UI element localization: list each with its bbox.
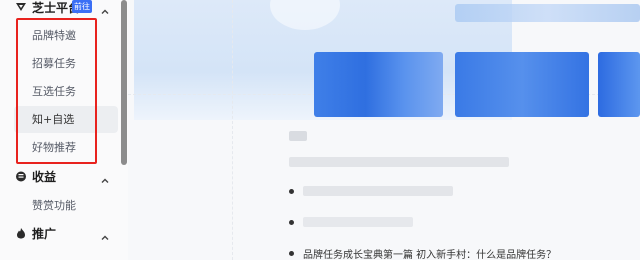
chevron-up-icon[interactable] xyxy=(100,2,110,14)
sidebar-scrollbar-thumb[interactable] xyxy=(121,0,127,165)
section-header-zhishi[interactable]: 芝士平台 前往 xyxy=(0,0,124,20)
bullet-point xyxy=(289,251,294,256)
blurred-banner-strip xyxy=(455,4,640,22)
sidebar: 芝士平台 前往 品牌特邀 招募任务 互选任务 知+自选 好物推荐 收益 赞赏功能… xyxy=(0,0,128,260)
goto-badge[interactable]: 前往 xyxy=(72,0,92,13)
flame-icon xyxy=(14,226,28,240)
sidebar-item-mutual-select-task[interactable]: 互选任务 xyxy=(14,78,118,105)
article-link[interactable]: 品牌任务成长宝典第一篇 初入新手村：什么是品牌任务？ xyxy=(303,246,556,260)
sidebar-item-zhi-plus-self-select[interactable]: 知+自选 xyxy=(14,106,118,133)
blurred-text-line xyxy=(289,157,509,167)
section-header-promo[interactable]: 推广 xyxy=(0,220,124,246)
blurred-text-line xyxy=(303,217,413,227)
chevron-up-icon[interactable] xyxy=(100,171,110,183)
blurred-promo-card[interactable] xyxy=(598,52,640,117)
blurred-text-line xyxy=(303,186,453,196)
sidebar-item-brand-invite[interactable]: 品牌特邀 xyxy=(14,22,118,49)
wallet-icon xyxy=(14,169,28,183)
chevron-up-icon[interactable] xyxy=(100,228,110,240)
sidebar-item-good-product-recommend[interactable]: 好物推荐 xyxy=(14,134,118,161)
bullet-point xyxy=(289,220,294,225)
sidebar-item-appreciation[interactable]: 赞赏功能 xyxy=(14,192,118,219)
section-header-income[interactable]: 收益 xyxy=(0,163,124,189)
blurred-promo-card[interactable] xyxy=(314,52,443,117)
blurred-heading xyxy=(289,131,307,141)
sidebar-item-recruit-task[interactable]: 招募任务 xyxy=(14,50,118,77)
section-label-promo: 推广 xyxy=(32,226,57,241)
bullet-point xyxy=(289,189,294,194)
zhishi-logo-icon xyxy=(14,0,28,14)
blurred-promo-card[interactable] xyxy=(455,52,589,117)
section-label-income: 收益 xyxy=(32,169,57,184)
divider-line xyxy=(232,0,233,260)
